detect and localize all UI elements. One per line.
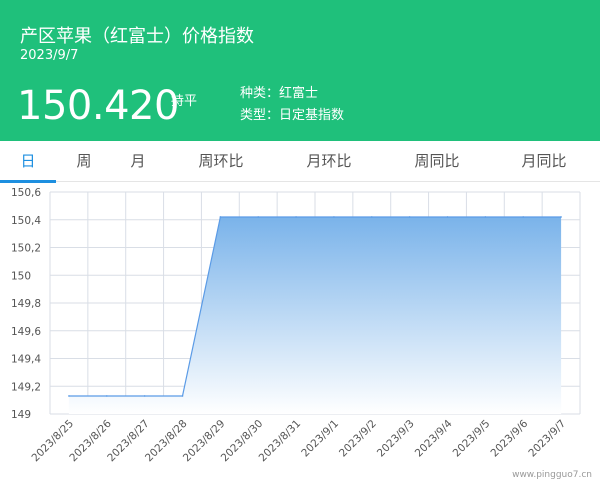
data-point (68, 395, 70, 397)
data-point (522, 216, 525, 218)
x-tick-label: 2023/9/1 (299, 418, 341, 460)
data-point (295, 216, 297, 218)
data-point (484, 216, 487, 218)
data-point (257, 216, 260, 218)
data-point (370, 216, 373, 218)
data-point (408, 216, 411, 218)
y-tick-label: 150,4 (11, 215, 41, 227)
data-point (181, 395, 184, 397)
y-tick-label: 149,8 (11, 298, 41, 310)
variety-label: 种类：红富士 (240, 86, 319, 101)
tab-month-year-on-year[interactable]: 月同比 (511, 141, 577, 182)
watermark: www.pingguo7.cn (512, 470, 592, 480)
tab-day[interactable]: 日 (0, 141, 56, 183)
data-point (143, 395, 146, 397)
x-tick-label: 2023/9/3 (375, 418, 417, 460)
index-header: 产区苹果（红富士）价格指数 2023/9/7 150.420 持平 种类：红富士… (0, 0, 600, 141)
tab-week-on-week[interactable]: 周环比 (188, 141, 254, 182)
data-point (219, 216, 222, 218)
x-tick-label: 2023/9/7 (526, 418, 568, 460)
x-tick-label: 2023/9/5 (451, 418, 493, 460)
index-type-label: 类型：日定基指数 (240, 108, 345, 123)
x-tick-label: 2023/9/2 (337, 418, 379, 460)
tab-week[interactable]: 周 (69, 141, 99, 182)
change-status: 持平 (171, 94, 198, 109)
x-tick-label: 2023/9/4 (413, 417, 455, 459)
x-tick-label: 2023/9/6 (488, 417, 530, 459)
data-point (333, 216, 335, 218)
series-area (68, 217, 562, 414)
y-tick-label: 150,6 (11, 187, 41, 199)
period-tabs: 日 周 月 周环比 月环比 周同比 月同比 (0, 141, 600, 183)
y-tick-label: 149 (11, 409, 31, 421)
index-value: 150.420 (17, 83, 179, 129)
y-tick-label: 150,2 (11, 243, 41, 255)
tab-month[interactable]: 月 (123, 141, 153, 182)
tab-month-on-month[interactable]: 月环比 (296, 141, 362, 182)
page-title: 产区苹果（红富士）价格指数 (20, 26, 254, 47)
y-tick-label: 149,4 (11, 354, 41, 366)
y-tick-label: 149,2 (11, 381, 41, 393)
tab-week-year-on-year[interactable]: 周同比 (404, 141, 470, 182)
data-point (105, 395, 108, 397)
y-tick-label: 149,6 (11, 326, 41, 338)
data-point (446, 216, 449, 218)
price-index-chart: 149 149,2 149,4 149,6 149,8 150 150,2 150,4 150,… (11, 187, 581, 464)
y-tick-label: 150 (11, 270, 31, 282)
index-date: 2023/9/7 (20, 48, 79, 63)
data-point (560, 216, 562, 218)
